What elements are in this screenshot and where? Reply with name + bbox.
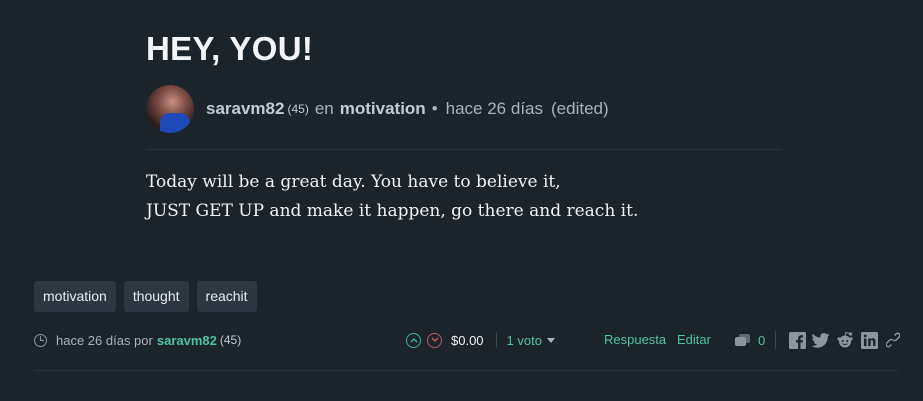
voters-label: 1 voto — [506, 332, 542, 348]
footer-time: hace 26 días por — [56, 332, 153, 348]
in-label: en — [314, 99, 334, 118]
divider — [775, 331, 777, 349]
link-icon[interactable] — [884, 331, 902, 349]
post-body: Today will be a great day. You have to b… — [146, 168, 638, 226]
post-body-line: JUST GET UP and make it happen, go there… — [146, 201, 639, 221]
divider — [146, 149, 782, 150]
linkedin-icon[interactable] — [860, 331, 878, 349]
community-link[interactable]: motivation — [340, 99, 426, 119]
footer-author-link[interactable]: saravm82 — [157, 333, 217, 348]
divider — [34, 370, 898, 371]
reddit-icon[interactable] — [836, 331, 854, 349]
author-link[interactable]: saravm82 — [206, 99, 284, 119]
post-time[interactable]: hace 26 días — [446, 99, 543, 119]
author-row: saravm82 (45) en motivation • hace 26 dí… — [146, 85, 609, 133]
reply-link[interactable]: Respuesta — [604, 328, 666, 352]
share-buttons — [788, 328, 902, 352]
tag-reachit[interactable]: reachit — [196, 281, 257, 312]
post-title: HEY, YOU! — [146, 30, 314, 67]
tag-list: motivation thought reachit — [34, 281, 257, 312]
avatar-shirt — [160, 113, 190, 133]
tag-thought[interactable]: thought — [123, 281, 189, 312]
vote-controls: $0.00 1 voto — [406, 328, 555, 352]
upvote-icon[interactable] — [406, 332, 421, 348]
caret-down-icon — [546, 337, 555, 343]
post-footer: hace 26 días por saravm82 (45) $0.00 1 v… — [34, 328, 900, 352]
tag-motivation[interactable]: motivation — [34, 281, 116, 312]
divider — [495, 332, 497, 348]
comments-counter[interactable]: 0 — [735, 328, 784, 352]
downvote-icon[interactable] — [427, 332, 442, 348]
edited-label: (edited) — [551, 99, 609, 118]
payout-value[interactable]: $0.00 — [451, 333, 484, 348]
avatar[interactable] — [146, 85, 194, 133]
bullet-separator: • — [431, 99, 438, 118]
clock-icon — [34, 333, 47, 347]
comments-count: 0 — [758, 332, 766, 348]
comments-icon — [735, 333, 750, 347]
facebook-icon[interactable] — [788, 331, 806, 349]
twitter-icon[interactable] — [812, 331, 830, 349]
author-reputation: (45) — [287, 102, 309, 116]
edit-link[interactable]: Editar — [677, 328, 711, 352]
footer-author-reputation: (45) — [219, 333, 242, 347]
post-body-line: Today will be a great day. You have to b… — [146, 172, 561, 192]
voters-dropdown[interactable]: 1 voto — [507, 333, 555, 348]
